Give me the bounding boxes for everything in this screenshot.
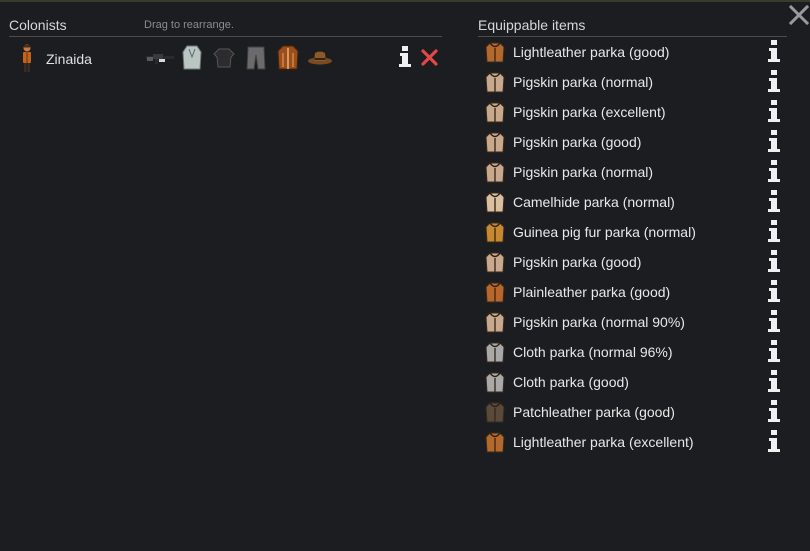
equippable-item-row[interactable]: Cloth parka (normal 96%) bbox=[478, 337, 787, 367]
equippable-item-label: Lightleather parka (excellent) bbox=[513, 434, 694, 450]
shirt-icon bbox=[213, 48, 235, 68]
rifle-icon bbox=[146, 54, 174, 64]
window-top-border bbox=[0, 0, 810, 2]
colonist-info-button[interactable] bbox=[398, 46, 412, 68]
close-icon bbox=[788, 4, 810, 26]
parka-icon bbox=[485, 72, 505, 93]
equippable-item-row[interactable]: Cloth parka (good) bbox=[478, 367, 787, 397]
info-icon[interactable] bbox=[767, 280, 781, 304]
equippable-items-panel: Equippable items Lightleather parka (goo… bbox=[478, 14, 787, 457]
equippable-item-label: Plainleather parka (good) bbox=[513, 284, 671, 300]
equippable-item-label: Pigskin parka (good) bbox=[513, 134, 642, 150]
gear-slot-vest[interactable] bbox=[176, 44, 208, 72]
info-icon[interactable] bbox=[767, 430, 781, 454]
equippable-item-row[interactable]: Pigskin parka (good) bbox=[478, 247, 787, 277]
info-icon[interactable] bbox=[767, 160, 781, 184]
parka-icon bbox=[485, 282, 505, 303]
parka-icon bbox=[485, 312, 505, 333]
info-icon[interactable] bbox=[767, 130, 781, 154]
info-icon[interactable] bbox=[767, 40, 781, 64]
equippable-item-label: Pigskin parka (normal) bbox=[513, 164, 654, 180]
equippable-item-label: Cloth parka (good) bbox=[513, 374, 629, 390]
equippable-items-header: Equippable items bbox=[478, 14, 787, 37]
parka-icon bbox=[485, 342, 505, 363]
gear-slot-shirt[interactable] bbox=[208, 44, 240, 72]
drag-hint: Drag to rearrange. bbox=[144, 19, 234, 31]
remove-colonist-button[interactable] bbox=[421, 49, 438, 66]
parka-icon bbox=[485, 222, 505, 243]
equippable-item-row[interactable]: Pigskin parka (normal) bbox=[478, 67, 787, 97]
info-icon[interactable] bbox=[767, 310, 781, 334]
equippable-item-row[interactable]: Camelhide parka (normal) bbox=[478, 187, 787, 217]
gear-slot-parka[interactable] bbox=[272, 44, 304, 72]
parka-icon bbox=[485, 132, 505, 153]
equippable-item-row[interactable]: Lightleather parka (good) bbox=[478, 37, 787, 67]
cowboy-hat-icon bbox=[308, 51, 332, 65]
equippable-item-label: Pigskin parka (excellent) bbox=[513, 104, 666, 120]
vest-icon bbox=[182, 45, 202, 70]
parka-icon bbox=[485, 402, 505, 423]
equippable-item-row[interactable]: Lightleather parka (excellent) bbox=[478, 427, 787, 457]
equippable-item-row[interactable]: Guinea pig fur parka (normal) bbox=[478, 217, 787, 247]
equippable-items-title: Equippable items bbox=[478, 17, 586, 33]
equippable-item-label: Lightleather parka (good) bbox=[513, 44, 670, 60]
equippable-items-list: Lightleather parka (good) Pigskin parka (… bbox=[478, 37, 787, 457]
parka-icon bbox=[485, 432, 505, 453]
gear-slot-pants[interactable] bbox=[240, 44, 272, 72]
equippable-item-label: Pigskin parka (good) bbox=[513, 254, 642, 270]
equippable-item-label: Patchleather parka (good) bbox=[513, 404, 675, 420]
equippable-item-row[interactable]: Pigskin parka (normal) bbox=[478, 157, 787, 187]
gear-slot-rifle[interactable] bbox=[144, 44, 176, 72]
parka-icon bbox=[485, 252, 505, 273]
parka-icon bbox=[485, 192, 505, 213]
equippable-item-label: Pigskin parka (normal 90%) bbox=[513, 314, 685, 330]
parka-icon bbox=[485, 102, 505, 123]
gear-slot-hat[interactable] bbox=[304, 44, 336, 72]
info-icon[interactable] bbox=[767, 100, 781, 124]
pants-icon bbox=[246, 46, 266, 70]
equippable-item-row[interactable]: Plainleather parka (good) bbox=[478, 277, 787, 307]
info-icon[interactable] bbox=[767, 220, 781, 244]
equippable-item-row[interactable]: Pigskin parka (good) bbox=[478, 127, 787, 157]
colonists-panel: Colonists Drag to rearrange. Zinaida bbox=[9, 14, 442, 76]
colonist-portrait-icon bbox=[23, 44, 31, 72]
parka-icon bbox=[485, 42, 505, 63]
info-icon[interactable] bbox=[767, 190, 781, 214]
colonists-title: Colonists bbox=[9, 17, 67, 33]
colonist-row[interactable]: Zinaida bbox=[9, 40, 442, 76]
equippable-item-row[interactable]: Patchleather parka (good) bbox=[478, 397, 787, 427]
equippable-item-label: Pigskin parka (normal) bbox=[513, 74, 654, 90]
equippable-item-label: Camelhide parka (normal) bbox=[513, 194, 675, 210]
close-button[interactable] bbox=[788, 4, 810, 26]
colonist-name: Zinaida bbox=[46, 51, 92, 67]
info-icon[interactable] bbox=[767, 400, 781, 424]
info-icon[interactable] bbox=[767, 340, 781, 364]
equippable-item-row[interactable]: Pigskin parka (normal 90%) bbox=[478, 307, 787, 337]
info-icon[interactable] bbox=[767, 250, 781, 274]
info-icon[interactable] bbox=[767, 70, 781, 94]
equippable-item-label: Guinea pig fur parka (normal) bbox=[513, 224, 696, 240]
equippable-item-label: Cloth parka (normal 96%) bbox=[513, 344, 673, 360]
equippable-item-row[interactable]: Pigskin parka (excellent) bbox=[478, 97, 787, 127]
info-icon[interactable] bbox=[767, 370, 781, 394]
parka-icon bbox=[485, 372, 505, 393]
colonists-header: Colonists Drag to rearrange. bbox=[9, 14, 442, 37]
parka-icon bbox=[485, 162, 505, 183]
parka-icon bbox=[277, 45, 299, 70]
colonist-gear bbox=[144, 44, 336, 72]
